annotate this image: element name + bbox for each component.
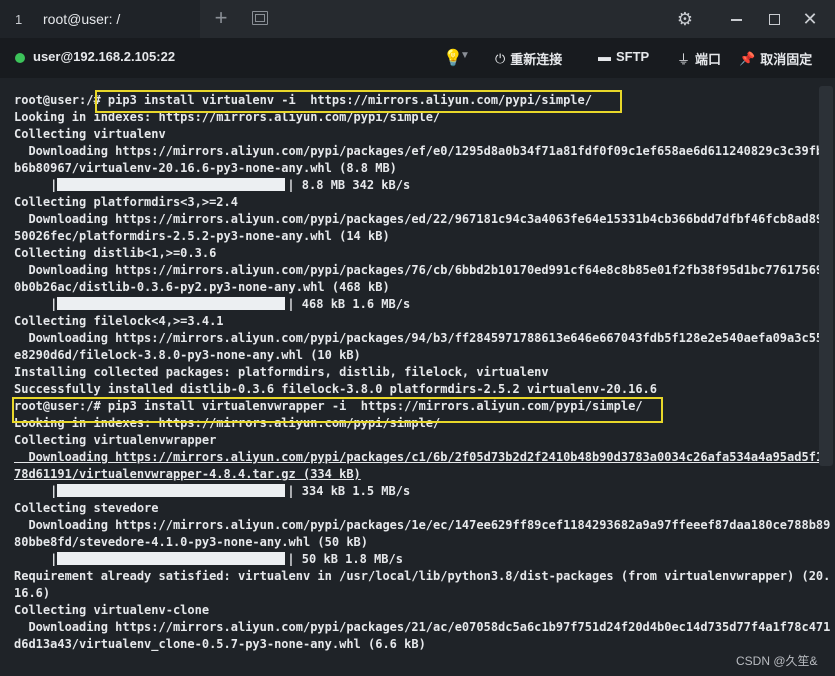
- tab-bar: 1 root@user: / + ⚙ ✕: [0, 0, 835, 38]
- terminal-line: Collecting filelock<4,>=3.4.1: [14, 314, 224, 328]
- chevron-down-icon[interactable]: ▼: [460, 50, 470, 61]
- terminal-scrollbar[interactable]: [819, 86, 833, 466]
- terminal-line: Collecting virtualenv: [14, 127, 166, 141]
- unpin-button[interactable]: 📌 取消固定: [739, 49, 812, 68]
- tab-title: root@user: /: [43, 11, 121, 27]
- terminal-line: Collecting stevedore: [14, 501, 159, 515]
- terminal-line: Downloading https://mirrors.aliyun.com/p…: [14, 450, 831, 464]
- gear-icon[interactable]: ⚙: [675, 9, 695, 29]
- highlight-box-command-1: [95, 90, 622, 113]
- terminal-line: Collecting distlib<1,>=0.3.6: [14, 246, 217, 260]
- progress-bar: [57, 484, 286, 497]
- sftp-button[interactable]: ▬ SFTP: [598, 49, 649, 64]
- progress-bar: [57, 552, 286, 565]
- reconnect-icon: ⏻: [495, 50, 506, 66]
- terminal-line: | | 468 kB 1.6 MB/s: [14, 296, 830, 313]
- terminal-line: d6d13a43/virtualenv_clone-0.5.7-py3-none…: [14, 637, 426, 651]
- terminal-line: 0b0b26ac/distlib-0.3.6-py2.py3-none-any.…: [14, 280, 390, 294]
- terminal-line: Collecting virtualenvwrapper: [14, 433, 217, 447]
- terminal-line: Downloading https://mirrors.aliyun.com/p…: [14, 331, 831, 345]
- progress-bar-prefix: |: [14, 178, 58, 192]
- terminal-line: Downloading https://mirrors.aliyun.com/p…: [14, 620, 831, 634]
- terminal-output[interactable]: root@user:/# pip3 install virtualenv -i …: [0, 78, 835, 676]
- terminal-line: 16.6): [14, 586, 51, 600]
- highlight-box-command-2: [12, 397, 663, 423]
- progress-bar-prefix: |: [14, 552, 58, 566]
- progress-bar: [57, 178, 286, 191]
- terminal-line: Downloading https://mirrors.aliyun.com/p…: [14, 212, 831, 226]
- connection-status-dot: [15, 53, 25, 63]
- terminal-line: Successfully installed distlib-0.3.6 fil…: [14, 382, 657, 396]
- new-tab-plus-icon[interactable]: +: [210, 7, 232, 30]
- terminal-line: Downloading https://mirrors.aliyun.com/p…: [14, 518, 831, 532]
- terminal-line: Installing collected packages: platformd…: [14, 365, 549, 379]
- progress-bar-prefix: |: [14, 297, 58, 311]
- terminal-line: e8290d6d/filelock-3.8.0-py3-none-any.whl…: [14, 348, 361, 362]
- pin-icon: 📌: [739, 50, 756, 66]
- reconnect-button[interactable]: ⏻ 重新连接: [495, 49, 562, 68]
- terminal-line: 80bbe8fd/stevedore-4.1.0-py3-none-any.wh…: [14, 535, 369, 549]
- progress-bar-suffix: | 50 kB 1.8 MB/s: [287, 552, 403, 566]
- terminal-line: 50026fec/platformdirs-2.5.2-py3-none-any…: [14, 229, 390, 243]
- terminal-line: | | 8.8 MB 342 kB/s: [14, 177, 830, 194]
- tab-terminal[interactable]: 1 root@user: /: [0, 0, 200, 38]
- terminal-text[interactable]: root@user:/# pip3 install virtualenv -i …: [14, 92, 830, 653]
- terminal-line: Collecting platformdirs<3,>=2.4: [14, 195, 238, 209]
- close-icon[interactable]: ✕: [800, 9, 820, 29]
- watermark: CSDN @久笙&: [736, 654, 818, 668]
- tab-number: 1: [15, 11, 23, 27]
- terminal-line: Downloading https://mirrors.aliyun.com/p…: [14, 144, 831, 158]
- maximize-icon[interactable]: [764, 9, 784, 29]
- progress-bar-prefix: |: [14, 484, 58, 498]
- terminal-line: Requirement already satisfied: virtualen…: [14, 569, 831, 583]
- terminal-line: | | 50 kB 1.8 MB/s: [14, 551, 830, 568]
- minimize-icon[interactable]: [727, 9, 747, 29]
- terminal-line: Collecting virtualenv-clone: [14, 603, 210, 617]
- terminal-line: 78d61191/virtualenvwrapper-4.8.4.tar.gz …: [14, 467, 361, 481]
- port-label: 端口: [695, 52, 722, 67]
- connection-address: user@192.168.2.105:22: [33, 49, 176, 64]
- folder-icon: ▬: [598, 49, 611, 64]
- progress-bar: [57, 297, 286, 310]
- port-button[interactable]: ⏚ 端口: [677, 49, 721, 68]
- progress-bar-suffix: | 468 kB 1.6 MB/s: [287, 297, 411, 311]
- sftp-label: SFTP: [616, 49, 650, 64]
- clone-tab-icon[interactable]: [252, 11, 268, 25]
- reconnect-label: 重新连接: [510, 52, 563, 67]
- terminal-line: | | 334 kB 1.5 MB/s: [14, 483, 830, 500]
- unpin-label: 取消固定: [760, 52, 813, 67]
- terminal-line: b6b80967/virtualenv-20.16.6-py3-none-any…: [14, 161, 397, 175]
- terminal-line: Downloading https://mirrors.aliyun.com/p…: [14, 263, 831, 277]
- progress-bar-suffix: | 334 kB 1.5 MB/s: [287, 484, 411, 498]
- plug-icon: ⏚: [677, 52, 691, 67]
- progress-bar-suffix: | 8.8 MB 342 kB/s: [287, 178, 411, 192]
